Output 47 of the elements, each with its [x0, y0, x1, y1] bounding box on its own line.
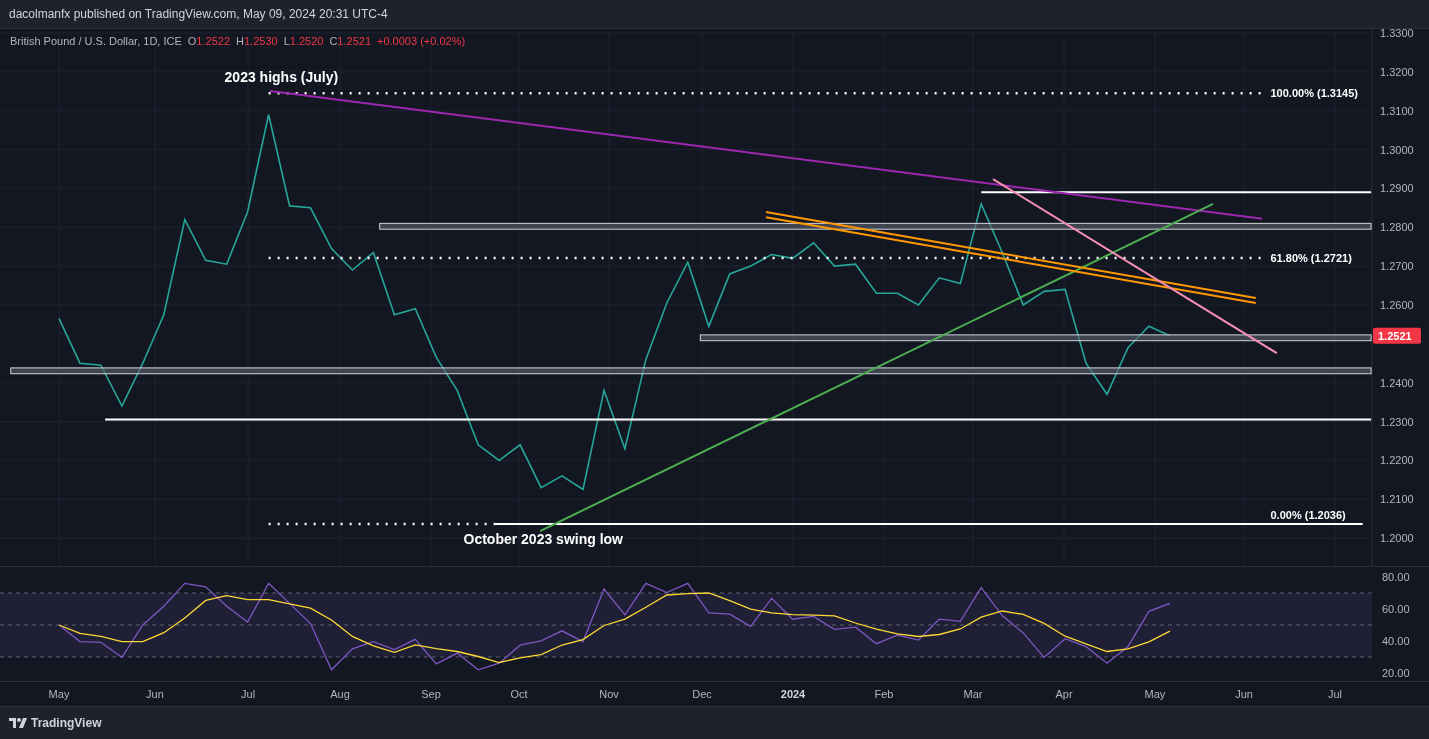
brand-name: TradingView	[31, 715, 102, 732]
time-axis-label: Apr	[1055, 688, 1073, 700]
publish-info: dacolmanfx published on TradingView.com, May 09, 2024 20:31 UTC-4	[9, 6, 388, 23]
rsi-axis-label: 60.00	[1382, 603, 1410, 615]
last-price-tag: 1.2521	[1373, 327, 1421, 344]
price-axis-label: 1.2000	[1380, 532, 1414, 545]
rsi-axis-label: 20.00	[1382, 667, 1410, 679]
time-axis-label: 2024	[780, 688, 806, 700]
price-axis-label: 1.2700	[1380, 260, 1414, 273]
time-axis-label: Sep	[421, 688, 441, 700]
price-change: +0.0003 (+0.02%)	[377, 34, 466, 49]
tradingview-logo-icon	[9, 718, 27, 728]
level-label: 61.80% (1.2721)	[1270, 251, 1352, 264]
price-axis-label: 1.3200	[1380, 65, 1414, 78]
time-axis-label: Nov	[599, 688, 619, 700]
annotation-label: October 2023 swing low	[463, 530, 624, 547]
price-axis-label: 1.2900	[1380, 182, 1414, 195]
price-axis-label: 1.2800	[1380, 221, 1414, 234]
time-axis-label: Jul	[1328, 688, 1343, 700]
price-axis-label: 1.2100	[1380, 493, 1414, 506]
price-axis-label: 1.3000	[1380, 143, 1414, 156]
time-axis-label: Oct	[510, 688, 528, 700]
level-label: 0.00% (1.2036)	[1270, 509, 1346, 522]
ohlc-value: L1.2520	[283, 34, 324, 49]
price-axis-label: 1.2200	[1380, 454, 1414, 467]
price-axis-label: 1.2400	[1380, 376, 1414, 389]
annotation-label: 2023 highs (July)	[224, 68, 339, 85]
ohlc-value: C1.2521	[329, 34, 371, 49]
time-axis-label: Jun	[146, 688, 164, 700]
ohlc-value: H1.2530	[236, 34, 278, 49]
time-axis-label: May	[48, 688, 70, 700]
price-axis-label: 1.3300	[1380, 29, 1414, 39]
time-axis-label: Feb	[874, 688, 894, 700]
time-axis-label: Aug	[330, 688, 350, 700]
rsi-axis-label: 40.00	[1382, 635, 1410, 647]
price-axis-label: 1.2600	[1380, 298, 1414, 311]
price-axis-label: 1.3100	[1380, 104, 1414, 117]
time-axis-label: Jul	[241, 688, 256, 700]
time-axis-label: Dec	[692, 688, 712, 700]
symbol-title: British Pound / U.S. Dollar, 1D, ICE	[10, 34, 182, 49]
ohlc-value: O1.2522	[187, 34, 230, 49]
price-axis-label: 1.2300	[1380, 415, 1414, 428]
time-axis-label: Jun	[1235, 688, 1253, 700]
time-axis-label: May	[1144, 688, 1166, 700]
level-label: 100.00% (1.3145)	[1270, 87, 1358, 100]
time-axis-label: Mar	[963, 688, 983, 700]
rsi-axis-label: 80.00	[1382, 571, 1410, 583]
